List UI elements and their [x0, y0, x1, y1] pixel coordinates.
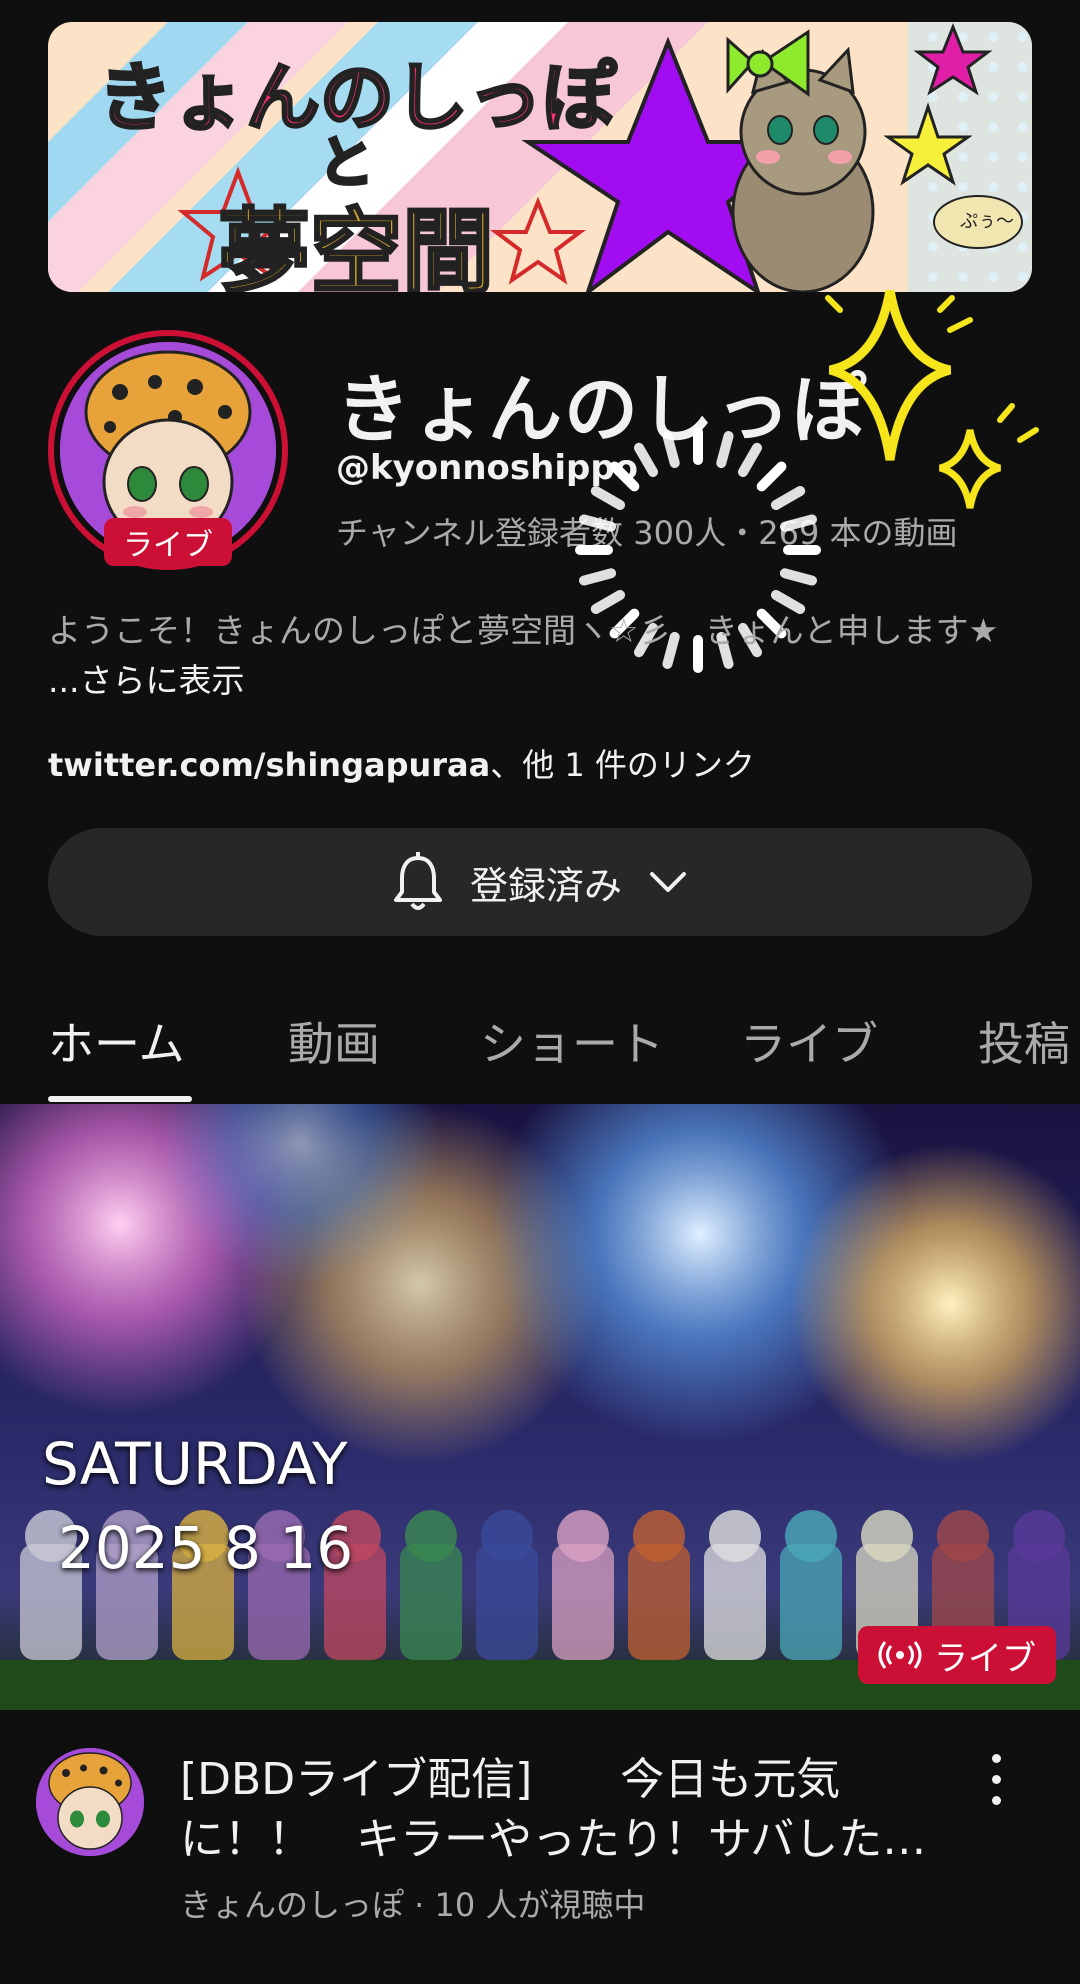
tab-live[interactable]: ライブ: [740, 1008, 878, 1074]
thumb-figure-head: [785, 1510, 837, 1562]
thumb-figure-head: [405, 1510, 457, 1562]
video-meta: きょんのしっぽ · 10 人が視聴中: [180, 1886, 646, 1924]
twitter-link[interactable]: twitter.com/shingapuraa: [48, 746, 490, 784]
thumb-figure-head: [1013, 1510, 1065, 1562]
thumb-figure-head: [633, 1510, 685, 1562]
tab-shorts[interactable]: ショート: [480, 1008, 664, 1074]
tab-posts[interactable]: 投稿: [978, 1008, 1080, 1074]
channel-links[interactable]: twitter.com/shingapuraa、他 1 件のリンク: [48, 740, 755, 786]
show-more-link[interactable]: ...さらに表示: [48, 661, 244, 700]
channel-description[interactable]: ようこそ！きょんのしっぽと夢空間ヽ☆彡 きょんと申します★ ...さらに表示: [48, 606, 1028, 706]
thumb-figure-head: [861, 1510, 913, 1562]
channel-tabs: ホーム 動画 ショート ライブ 投稿: [0, 990, 1080, 1102]
tab-videos[interactable]: 動画: [288, 1008, 380, 1074]
chevron-down-icon: [650, 872, 686, 892]
active-tab-indicator: [48, 1096, 192, 1102]
channel-avatar[interactable]: ライブ: [48, 330, 288, 570]
video-thumbnail[interactable]: SATURDAY 2025 8 16 ライブ: [0, 1104, 1080, 1710]
thumb-figure-head: [481, 1510, 533, 1562]
video-info[interactable]: [DBDライブ配信] 今日も元気に！！ キラーやったり！サバした… きょんのしっ…: [0, 1710, 1080, 1984]
thumb-figure-head: [709, 1510, 761, 1562]
thumb-live-badge: ライブ: [858, 1626, 1056, 1684]
sparkle-decoration: [825, 290, 1039, 509]
video-title[interactable]: [DBDライブ配信] 今日も元気に！！ キラーやったり！サバした…: [180, 1750, 950, 1870]
thumb-live-label: ライブ: [934, 1638, 1036, 1679]
video-channel-avatar[interactable]: [36, 1748, 144, 1856]
banner-title-line3: 夢空間: [216, 198, 495, 293]
thumb-figure-head: [937, 1510, 989, 1562]
subscribed-button[interactable]: 登録済み: [48, 828, 1032, 936]
bell-icon: [393, 852, 442, 910]
more-options-icon[interactable]: [980, 1754, 1012, 1814]
description-text: ようこそ！きょんのしっぽと夢空間ヽ☆彡 きょんと申します★: [48, 611, 999, 650]
channel-banner: ぷぅ〜 きょんのしっぽ と 夢空間: [48, 22, 1032, 292]
thumb-figure-head: [557, 1510, 609, 1562]
banner-sticker-text: ぷぅ〜: [960, 211, 1014, 232]
tab-home[interactable]: ホーム: [48, 1008, 185, 1074]
live-broadcast-icon: [878, 1641, 922, 1669]
links-more-text: 、他 1 件のリンク: [490, 746, 755, 784]
fireworks-image: [0, 1104, 1080, 1710]
avatar-live-badge: ライブ: [104, 518, 232, 566]
subscribed-label: 登録済み: [469, 863, 622, 908]
thumb-day-text: SATURDAY: [42, 1430, 348, 1498]
thumb-date-text: 2025 8 16: [58, 1514, 354, 1582]
